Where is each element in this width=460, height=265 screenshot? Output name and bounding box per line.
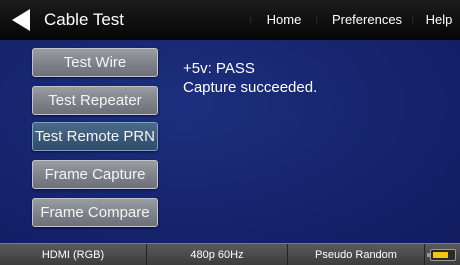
- tab-divider: [412, 15, 414, 25]
- screen: Cable Test Home Preferences Help Test Wi…: [0, 0, 460, 265]
- capture-status-text: Capture succeeded.: [183, 79, 318, 96]
- back-button[interactable]: [8, 6, 36, 34]
- battery-level: [433, 252, 448, 258]
- header-bar: Cable Test Home Preferences Help: [0, 0, 460, 40]
- header-tabs: Home Preferences Help: [250, 0, 460, 40]
- tab-home[interactable]: Home: [252, 0, 316, 40]
- status-divider: [424, 244, 425, 265]
- status-interface: HDMI (RGB): [41, 249, 105, 261]
- test-repeater-button[interactable]: Test Repeater: [32, 86, 158, 115]
- tab-divider: [316, 15, 318, 25]
- voltage-status-text: +5v: PASS: [183, 60, 255, 77]
- tab-preferences[interactable]: Preferences: [320, 0, 414, 40]
- frame-capture-button[interactable]: Frame Capture: [32, 160, 158, 189]
- battery-icon: [427, 249, 456, 261]
- status-timing: 480p 60Hz: [190, 249, 244, 261]
- status-bar: HDMI (RGB) 480p 60Hz Pseudo Random: [0, 243, 460, 265]
- tab-help[interactable]: Help: [418, 0, 460, 40]
- status-pattern: Pseudo Random: [315, 249, 397, 261]
- test-wire-button[interactable]: Test Wire: [32, 48, 158, 77]
- frame-compare-button[interactable]: Frame Compare: [32, 198, 158, 227]
- back-arrow-icon: [12, 9, 30, 31]
- page-title: Cable Test: [44, 10, 125, 29]
- test-remote-prn-button[interactable]: Test Remote PRN: [32, 122, 158, 151]
